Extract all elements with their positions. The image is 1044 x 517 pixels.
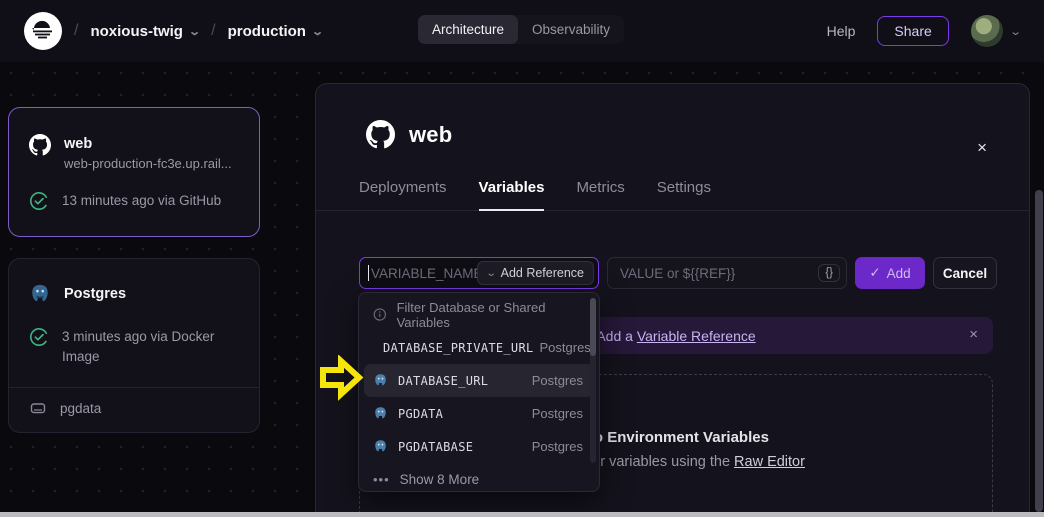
chevron-down-icon: ⌄ [1009, 25, 1022, 38]
close-icon[interactable]: × [977, 139, 987, 156]
avatar [971, 15, 1003, 47]
tab-variables[interactable]: Variables [479, 179, 545, 210]
variable-name-placeholder: VARIABLE_NAME [371, 266, 477, 281]
postgres-icon [373, 406, 388, 421]
variable-value-input[interactable]: VALUE or ${{REF}} {} [607, 257, 847, 289]
panel-tabs: Deployments Variables Metrics Settings [316, 149, 1029, 211]
variable-suggestions-dropdown: Filter Database or Shared Variables DATA… [358, 292, 600, 492]
info-icon [373, 307, 387, 322]
dropdown-item-pgdatabase[interactable]: PGDATABASE Postgres [359, 430, 599, 463]
account-menu[interactable]: ⌄ [971, 15, 1020, 47]
view-toggle: Architecture Observability [418, 15, 624, 44]
postgres-icon [29, 283, 51, 305]
github-icon [29, 134, 51, 156]
dropdown-show-more[interactable]: ••• Show 8 More [359, 463, 599, 496]
page-scrollbar-thumb[interactable] [1035, 190, 1043, 512]
add-reference-button[interactable]: ⌄ Add Reference [477, 261, 594, 285]
breadcrumb-separator: / [74, 22, 78, 40]
breadcrumb-environment[interactable]: production ⌄ [228, 23, 323, 40]
banner-text: Add a Variable Reference [596, 328, 755, 344]
panel-title: web [409, 122, 452, 148]
variable-name-input[interactable]: VARIABLE_NAME ⌄ Add Reference [359, 257, 599, 289]
check-icon: ✓ [869, 265, 880, 281]
cancel-button[interactable]: Cancel [933, 257, 997, 289]
tab-architecture[interactable]: Architecture [418, 15, 518, 44]
chevron-down-icon: ⌄ [486, 268, 498, 279]
highlight-arrow-icon [317, 355, 365, 401]
deploy-status: 3 minutes ago via Docker Image [62, 327, 222, 367]
service-card-postgres[interactable]: Postgres 3 minutes ago via Docker Image … [8, 258, 260, 433]
tab-observability[interactable]: Observability [518, 15, 624, 44]
dropdown-item-database-url[interactable]: DATABASE_URL Postgres [364, 364, 594, 397]
service-title: web [64, 134, 232, 154]
success-check-icon [29, 191, 49, 211]
github-icon [366, 120, 395, 149]
dropdown-item-pgdata[interactable]: PGDATA Postgres [359, 397, 599, 430]
dropdown-scrollbar-thumb[interactable] [590, 298, 596, 356]
tab-metrics[interactable]: Metrics [576, 179, 624, 210]
ellipsis-icon: ••• [373, 472, 390, 487]
add-variable-button[interactable]: ✓ Add [855, 257, 925, 289]
dropdown-item-database-private-url[interactable]: DATABASE_PRIVATE_URL Postgres [359, 331, 599, 364]
postgres-icon [373, 373, 388, 388]
banner-close-icon[interactable]: × [969, 326, 978, 343]
dropdown-filter-hint: Filter Database or Shared Variables [359, 298, 599, 331]
share-button[interactable]: Share [877, 16, 948, 46]
tab-settings[interactable]: Settings [657, 179, 711, 210]
tab-deployments[interactable]: Deployments [359, 179, 447, 210]
success-check-icon [29, 327, 49, 347]
postgres-icon [373, 439, 388, 454]
braces-editor-button[interactable]: {} [818, 264, 840, 282]
chevron-down-icon: ⌄ [311, 25, 324, 38]
variable-reference-link[interactable]: Variable Reference [637, 328, 756, 344]
railway-logo[interactable] [24, 12, 62, 50]
breadcrumb-separator: / [211, 22, 215, 40]
railway-logo-icon [30, 18, 56, 44]
breadcrumb-project[interactable]: noxious-twig ⌄ [90, 23, 199, 40]
service-card-web[interactable]: web web-production-fc3e.up.rail... 13 mi… [8, 107, 260, 237]
chevron-down-icon: ⌄ [188, 25, 201, 38]
text-caret [368, 265, 369, 281]
volume-disk-icon [29, 399, 47, 417]
variable-value-placeholder: VALUE or ${{REF}} [620, 266, 735, 281]
service-title: Postgres [64, 284, 126, 304]
top-navbar: / noxious-twig ⌄ / production ⌄ Architec… [0, 0, 1044, 62]
deploy-status: 13 minutes ago via GitHub [62, 191, 221, 211]
raw-editor-link[interactable]: Raw Editor [734, 454, 805, 470]
volume-name: pgdata [60, 401, 101, 416]
help-link[interactable]: Help [827, 23, 856, 39]
window-bottom-edge [0, 512, 1044, 517]
service-domain: web-production-fc3e.up.rail... [64, 154, 232, 173]
